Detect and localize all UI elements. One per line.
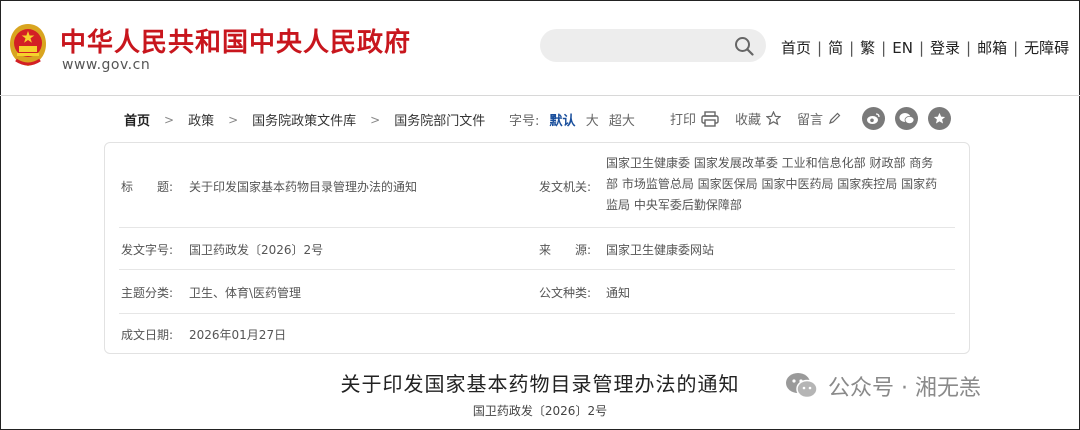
top-nav: 首页 | 简 | 繁 | EN | 登录 | 邮箱 | 无障碍: [781, 37, 1070, 58]
breadcrumb-home[interactable]: 首页: [124, 110, 150, 129]
font-size-large[interactable]: 大: [586, 114, 599, 129]
toolbar: 打印 收藏 留言: [670, 109, 857, 128]
star-icon: [766, 111, 782, 126]
nav-home[interactable]: 首页: [781, 37, 811, 58]
national-emblem-icon[interactable]: [8, 22, 48, 68]
favorite-label: 收藏: [735, 113, 762, 128]
breadcrumb-dept-docs[interactable]: 国务院部门文件: [394, 110, 485, 129]
wechat-icon[interactable]: [895, 107, 918, 130]
watermark-text: 公众号 · 湘无恙: [828, 376, 981, 401]
nav-simplified[interactable]: 简: [828, 37, 843, 58]
info-row-date: 成文日期: 2026年01月27日: [119, 313, 955, 353]
print-label: 打印: [670, 113, 697, 128]
search-icon[interactable]: [734, 36, 754, 56]
issuer-label: 发文机关:: [539, 180, 592, 194]
topic-label: 主题分类:: [121, 286, 174, 300]
document-number: 国卫药政发〔2026〕2号: [472, 404, 608, 418]
issuer-line: 监局 中央军委后勤保障部: [606, 198, 742, 212]
nav-english[interactable]: EN: [892, 39, 913, 57]
nav-mail[interactable]: 邮箱: [977, 37, 1007, 58]
print-button[interactable]: 打印: [670, 109, 719, 128]
search-input[interactable]: [540, 29, 766, 62]
issuer-value: 国家卫生健康委 国家发展改革委 工业和信息化部 财政部 商务 部 市场监管总局 …: [606, 153, 956, 216]
site-header: 中华人民共和国中央人民政府 www.gov.cn 首页 | 简 | 繁 | EN | 登…: [0, 0, 1080, 96]
doc-no-label: 发文字号:: [121, 243, 174, 257]
type-label: 公文种类:: [539, 286, 592, 300]
nav-login[interactable]: 登录: [930, 37, 960, 58]
comment-button[interactable]: 留言: [797, 109, 841, 128]
star-share-icon[interactable]: [928, 107, 951, 130]
site-url: www.gov.cn: [62, 57, 151, 73]
title-label: 标 题:: [121, 180, 174, 194]
font-size-default[interactable]: 默认: [550, 114, 576, 129]
pencil-icon: [829, 112, 841, 124]
site-title[interactable]: 中华人民共和国中央人民政府: [60, 22, 411, 59]
chevron-right-icon: >: [164, 112, 175, 127]
chevron-right-icon: >: [228, 112, 239, 127]
printer-icon: [701, 110, 719, 127]
date-label: 成文日期:: [121, 328, 174, 342]
issuer-line: 部 市场监管总局 国家医保局 国家中医药局 国家疾控局 国家药: [606, 177, 938, 191]
info-row-topic: 主题分类: 卫生、体育\医药管理 公文种类: 通知: [119, 269, 955, 314]
source-label: 来 源:: [539, 243, 592, 257]
info-row-title: 标 题: 关于印发国家基本药物目录管理办法的通知 发文机关: 国家卫生健康委 国…: [119, 143, 955, 228]
issuer-line: 国家卫生健康委 国家发展改革委 工业和信息化部 财政部 商务: [606, 156, 934, 170]
doc-no-value: 国卫药政发〔2026〕2号: [189, 243, 324, 257]
breadcrumb-policy[interactable]: 政策: [188, 110, 214, 129]
breadcrumb-library[interactable]: 国务院政策文件库: [252, 110, 356, 129]
favorite-button[interactable]: 收藏: [735, 109, 782, 128]
font-size-switcher: 字号: 默认 大 超大: [509, 110, 641, 129]
source-value: 国家卫生健康委网站: [606, 243, 715, 257]
weibo-icon[interactable]: [862, 107, 885, 130]
wechat-logo-icon: [786, 373, 818, 399]
share-bar: [862, 107, 961, 130]
info-row-docno: 发文字号: 国卫药政发〔2026〕2号 来 源: 国家卫生健康委网站: [119, 227, 955, 270]
comment-label: 留言: [797, 113, 824, 128]
nav-accessibility[interactable]: 无障碍: [1024, 37, 1069, 58]
topic-value: 卫生、体育\医药管理: [189, 286, 302, 300]
breadcrumb: 首页 > 政策 > 国务院政策文件库 > 国务院部门文件: [124, 110, 485, 130]
title-value: 关于印发国家基本药物目录管理办法的通知: [189, 180, 418, 194]
date-value: 2026年01月27日: [189, 328, 287, 342]
type-value: 通知: [606, 286, 631, 300]
watermark: 公众号 · 湘无恙: [784, 370, 981, 402]
font-size-label: 字号:: [509, 114, 540, 129]
font-size-xlarge[interactable]: 超大: [609, 114, 635, 129]
document-info-table: 标 题: 关于印发国家基本药物目录管理办法的通知 发文机关: 国家卫生健康委 国…: [104, 142, 970, 354]
chevron-right-icon: >: [370, 112, 381, 127]
nav-traditional[interactable]: 繁: [860, 37, 875, 58]
